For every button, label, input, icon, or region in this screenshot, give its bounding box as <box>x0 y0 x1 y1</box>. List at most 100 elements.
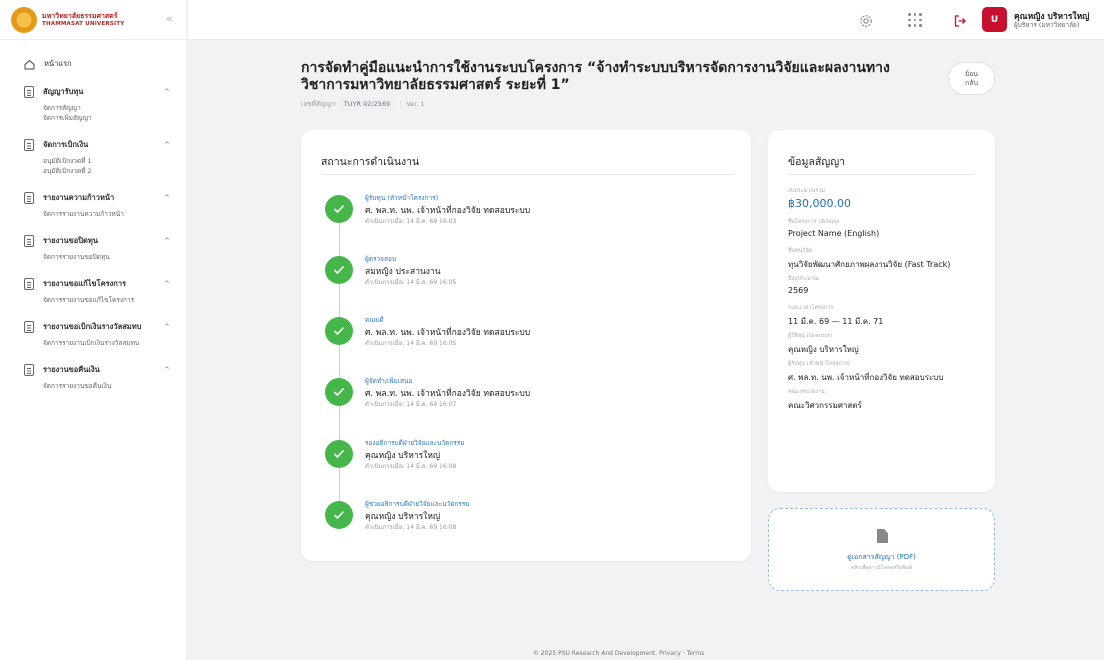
chevron-up-icon: ^ <box>164 194 170 202</box>
info-field: งบประมาณรวม ฿30,000.00 <box>788 187 851 210</box>
sidebar-item-refund[interactable]: รายงานขอคืนเงิน ^ <box>0 363 187 377</box>
step-role: คณบดี <box>365 316 384 324</box>
document-icon <box>24 86 34 98</box>
apps-grid-icon[interactable] <box>908 13 922 27</box>
sidebar-subitem[interactable]: จัดการรายงานขอปิดทุน <box>0 252 187 262</box>
info-field: คณะ/หน่วยงาน คณะวิศวกรรมศาสตร์ <box>788 388 862 412</box>
step-time: ดำเนินการเมื่อ: 14 มี.ค. 69 16:05 <box>365 340 457 347</box>
field-label: คณะ/หน่วยงาน <box>788 389 825 395</box>
sidebar-group-progress: รายงานความก้าวหน้า ^ จัดการรายงานความก้า… <box>0 191 187 219</box>
pdf-label: ดูเอกสารสัญญา (PDF) <box>847 553 916 561</box>
chevron-up-icon: ^ <box>164 88 170 96</box>
step-person: คุณหญิง บริหารใหญ่ <box>365 512 441 522</box>
info-card-title: ข้อมูลสัญญา <box>788 156 846 168</box>
sidebar-item-label: รายงานความก้าวหน้า <box>43 193 115 202</box>
info-field: ผู้ให้ทุน (Grantor) คุณหญิง บริหารใหญ่ <box>788 332 859 356</box>
step-time: ดำเนินการเมื่อ: 14 มี.ค. 69 16:08 <box>365 463 457 470</box>
footer-separator: · <box>682 650 685 657</box>
sidebar-subitem[interactable]: จัดการรายงานขอคืนเงิน <box>0 381 187 391</box>
field-value: Project Name (English) <box>788 229 880 238</box>
field-label: ปีงบประมาณ <box>788 276 819 282</box>
sidebar-item-home[interactable]: หน้าแรก <box>0 56 187 72</box>
divider <box>321 174 735 175</box>
info-field: ปีงบประมาณ 2569 <box>788 275 819 295</box>
settings-gear-icon[interactable] <box>859 13 873 27</box>
step-time: ดำเนินการเมื่อ: 14 มี.ค. 69 16:05 <box>365 279 457 286</box>
document-icon <box>24 139 34 151</box>
view-contract-pdf-button[interactable]: ดูเอกสารสัญญา (PDF) คลิกเพื่อดาวน์โหลดหร… <box>768 508 995 591</box>
version-label: Ver. 1 <box>406 100 425 108</box>
privacy-link[interactable]: Privacy <box>659 650 681 657</box>
sidebar-item-contracts[interactable]: สัญญารับทุน ^ <box>0 85 187 99</box>
field-label: ชื่อทุนวิจัย <box>788 248 812 254</box>
sidebar-item-close-grant[interactable]: รายงานขอปิดทุน ^ <box>0 234 187 248</box>
sidebar-item-label: รายงานขอเบิกเงินรางวัลสมทบ <box>43 322 142 331</box>
sidebar-item-label: รายงานขอปิดทุน <box>43 236 98 245</box>
sidebar-group-contracts: สัญญารับทุน ^ จัดการสัญญา จัดการเพิ่มสัญ… <box>0 85 187 123</box>
copyright: © 2025 PSU Research And Development. <box>533 650 658 657</box>
sidebar-subitem[interactable]: อนุมัติเบิกงวดที่ 2 <box>0 166 187 176</box>
status-card-title: สถานะการดำเนินงาน <box>321 156 420 168</box>
info-field: ระยะเวลาโครงการ 11 มี.ค. 69 — 11 มี.ค. 7… <box>788 304 883 328</box>
document-icon <box>24 321 34 333</box>
field-label: ชื่อโครงการ (อังกฤษ) <box>788 219 839 225</box>
sidebar-subitem[interactable]: จัดการรายงานความก้าวหน้า <box>0 209 187 219</box>
check-icon <box>325 195 353 223</box>
chevron-up-icon: ^ <box>164 323 170 331</box>
info-field: ผู้รับทุน (หัวหน้าโครงการ) ศ. พล.ท. นพ. … <box>788 360 943 384</box>
page-title: การจัดทำคู่มือแนะนำการใช้งานระบบโครงการ … <box>301 60 890 93</box>
sidebar-item-reward[interactable]: รายงานขอเบิกเงินรางวัลสมทบ ^ <box>0 320 187 334</box>
sidebar-subitem[interactable]: อนุมัติเบิกงวดที่ 1 <box>0 156 187 166</box>
terms-link[interactable]: Terms <box>687 650 705 657</box>
sidebar-item-label: สัญญารับทุน <box>43 87 84 96</box>
field-value: คณะวิศวกรรมศาสตร์ <box>788 401 862 410</box>
meta-divider: | <box>399 100 402 108</box>
sidebar-group-amend-project: รายงานขอแก้ไขโครงการ ^ จัดการรายงานขอแก้… <box>0 277 187 305</box>
collapse-sidebar-icon[interactable]: « <box>166 12 173 25</box>
step-role: รองอธิการบดีฝ่ายวิจัยและนวัตกรรม <box>365 439 465 447</box>
step-person: ศ. พล.ท. นพ. เจ้าหน้าที่กองวิจัย ทดสอบระ… <box>365 206 531 216</box>
sidebar-subitem[interactable]: จัดการเพิ่มสัญญา <box>0 113 187 123</box>
document-icon <box>24 235 34 247</box>
logout-icon[interactable] <box>953 13 967 27</box>
sidebar-subitem[interactable]: จัดการรายงานเบิกเงินรางวัลสมทบ <box>0 338 187 348</box>
sidebar-group-disbursement: จัดการเบิกเงิน ^ อนุมัติเบิกงวดที่ 1 อนุ… <box>0 138 187 176</box>
brand[interactable]: มหาวิทยาลัยธรรมศาสตร์ THAMMASAT UNIVERSI… <box>0 0 186 40</box>
sidebar-item-amend-project[interactable]: รายงานขอแก้ไขโครงการ ^ <box>0 277 187 291</box>
sidebar-item-label: รายงานขอคืนเงิน <box>43 365 100 374</box>
sidebar: มหาวิทยาลัยธรรมศาสตร์ THAMMASAT UNIVERSI… <box>0 0 187 660</box>
check-icon <box>325 440 353 468</box>
home-icon <box>24 59 35 70</box>
sidebar-item-progress[interactable]: รายงานความก้าวหน้า ^ <box>0 191 187 205</box>
sidebar-subitem[interactable]: จัดการรายงานขอแก้ไขโครงการ <box>0 295 187 305</box>
sidebar-item-disbursement[interactable]: จัดการเบิกเงิน ^ <box>0 138 187 152</box>
field-label: ระยะเวลาโครงการ <box>788 305 834 311</box>
brand-name-en: THAMMASAT UNIVERSITY <box>42 20 125 27</box>
step-person: คุณหญิง บริหารใหญ่ <box>365 451 441 461</box>
user-role: ผู้บริหาร (มหาวิทยาลัย) <box>1014 21 1080 29</box>
chevron-up-icon: ^ <box>164 280 170 288</box>
brand-name-th: มหาวิทยาลัยธรรมศาสตร์ <box>42 11 118 20</box>
avatar[interactable]: U <box>982 7 1007 32</box>
chevron-up-icon: ^ <box>164 237 170 245</box>
sidebar-subitem[interactable]: จัดการสัญญา <box>0 103 187 113</box>
field-value: 11 มี.ค. 69 — 11 มี.ค. 71 <box>788 317 884 326</box>
field-label: ผู้ให้ทุน (Grantor) <box>788 333 833 339</box>
sidebar-item-label: จัดการเบิกเงิน <box>43 140 89 149</box>
topbar: U คุณหญิง บริหารใหญ่ ผู้บริหาร (มหาวิทยา… <box>188 0 1104 40</box>
document-icon <box>24 278 34 290</box>
check-icon <box>325 501 353 529</box>
step-time: ดำเนินการเมื่อ: 14 มี.ค. 69 16:07 <box>365 401 457 408</box>
step-role: ผู้รับทุน (หัวหน้าโครงการ) <box>365 194 439 202</box>
back-button[interactable]: ย้อน กลับ <box>948 62 995 95</box>
chevron-up-icon: ^ <box>164 366 170 374</box>
pdf-hint: คลิกเพื่อดาวน์โหลดหรือพิมพ์ <box>851 565 912 571</box>
chevron-up-icon: ^ <box>164 141 170 149</box>
document-icon <box>24 192 34 204</box>
status-card: สถานะการดำเนินงาน ผู้รับทุน (หัวหน้าโครง… <box>301 130 751 561</box>
university-logo <box>11 6 37 33</box>
field-value: คุณหญิง บริหารใหญ่ <box>788 345 859 354</box>
sidebar-item-label: รายงานขอแก้ไขโครงการ <box>43 279 127 288</box>
sidebar-group-reward: รายงานขอเบิกเงินรางวัลสมทบ ^ จัดการรายงา… <box>0 320 187 348</box>
info-field: ชื่อทุนวิจัย ทุนวิจัยพัฒนาศักยภาพผลงานวิ… <box>788 247 950 271</box>
